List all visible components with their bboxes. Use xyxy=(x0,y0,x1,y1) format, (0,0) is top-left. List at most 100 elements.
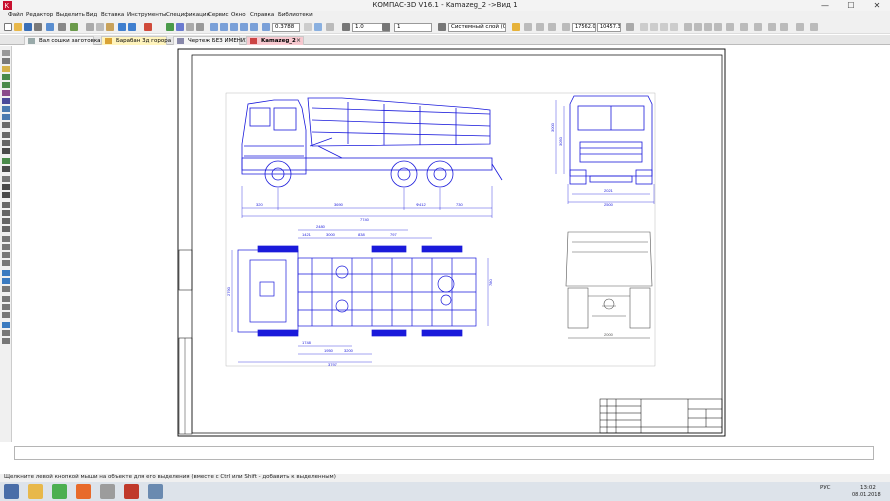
tab-chertezh[interactable]: Чертеж БЕЗ ИМЕНИ1 xyxy=(173,36,249,45)
snap-icon[interactable] xyxy=(512,23,520,31)
paste-icon[interactable] xyxy=(106,23,114,31)
redo-icon[interactable] xyxy=(128,23,136,31)
export-icon[interactable] xyxy=(70,23,78,31)
copy-icon[interactable] xyxy=(96,23,104,31)
close-tab-icon[interactable]: × xyxy=(296,37,301,45)
snap-normal-icon[interactable] xyxy=(704,23,712,31)
snap-nearest-icon[interactable] xyxy=(726,23,734,31)
tab-val-soshki[interactable]: Вал сошки заготовка xyxy=(24,36,101,45)
format-icon[interactable] xyxy=(2,338,10,344)
snap-along-icon[interactable] xyxy=(768,23,776,31)
table-icon[interactable] xyxy=(2,166,10,172)
menu-file[interactable]: Файл xyxy=(8,12,23,18)
variables-icon[interactable] xyxy=(176,23,184,31)
cursor-icon[interactable] xyxy=(314,23,322,31)
undo-icon[interactable] xyxy=(118,23,126,31)
dim-radius-icon[interactable] xyxy=(2,148,10,154)
snap-mid-icon[interactable] xyxy=(660,23,668,31)
line-scale-icon[interactable] xyxy=(342,23,350,31)
snap-center-icon[interactable] xyxy=(670,23,678,31)
scale-icon[interactable] xyxy=(2,260,10,266)
pan-hand-icon[interactable] xyxy=(326,23,334,31)
roughness-icon[interactable] xyxy=(2,176,10,182)
fragment-icon[interactable] xyxy=(2,322,10,328)
ruler-icon[interactable] xyxy=(626,23,634,31)
tab-baraban[interactable]: Барабан 3д горора xyxy=(101,36,171,45)
menu-libraries[interactable]: Библиотеки xyxy=(278,12,313,18)
stop-icon[interactable] xyxy=(144,23,152,31)
local-cs-icon[interactable] xyxy=(536,23,544,31)
point-icon[interactable] xyxy=(2,58,10,64)
firefox-icon[interactable] xyxy=(76,484,91,499)
snap-endpoint-icon[interactable] xyxy=(650,23,658,31)
zoom-out-icon[interactable] xyxy=(230,23,238,31)
coord-x-field[interactable]: 17562.0 xyxy=(572,23,596,32)
circle-icon[interactable] xyxy=(2,74,10,80)
view-arrow-icon[interactable] xyxy=(2,218,10,224)
layer-select[interactable]: Системный слой (0) xyxy=(448,23,506,32)
edit-icon[interactable] xyxy=(2,226,10,232)
new-file-icon[interactable] xyxy=(4,23,12,31)
hatch-icon[interactable] xyxy=(2,114,10,120)
reports-icon[interactable] xyxy=(2,304,10,310)
close-button[interactable]: ✕ xyxy=(864,0,890,11)
snap-grid-icon[interactable] xyxy=(754,23,762,31)
snap-point-icon[interactable] xyxy=(740,23,748,31)
drawing-canvas[interactable]: 320 3690 Ф412 730 7740 3000 3050 2021 25… xyxy=(12,46,890,442)
app-icon[interactable] xyxy=(100,484,115,499)
dim-linear-icon[interactable] xyxy=(2,132,10,138)
snap-off-icon[interactable] xyxy=(796,23,804,31)
rect-icon[interactable] xyxy=(2,90,10,96)
app-icon[interactable] xyxy=(148,484,163,499)
tab-kamazeg[interactable]: Kamazeg_2 × xyxy=(246,36,304,45)
pan-icon[interactable] xyxy=(250,23,258,31)
measure-icon[interactable] xyxy=(2,278,10,284)
menu-window[interactable]: Окно xyxy=(231,12,246,18)
chamfer-icon[interactable] xyxy=(2,122,10,128)
arc-icon[interactable] xyxy=(2,82,10,88)
snap-intersect-icon[interactable] xyxy=(684,23,692,31)
rotate-icon[interactable] xyxy=(2,244,10,250)
menu-tools[interactable]: Инструменты xyxy=(127,12,166,18)
zoom-input[interactable]: 0.3788 xyxy=(272,23,300,32)
preview-icon[interactable] xyxy=(46,23,54,31)
zoom-window-icon[interactable] xyxy=(210,23,218,31)
style-select[interactable]: 1 xyxy=(394,23,432,32)
dropdown-icon[interactable] xyxy=(58,23,66,31)
menu-spec[interactable]: Спецификация xyxy=(166,12,210,18)
geometry-icon[interactable] xyxy=(2,50,10,56)
start-icon[interactable] xyxy=(4,484,19,499)
section-icon[interactable] xyxy=(2,210,10,216)
chrome-icon[interactable] xyxy=(52,484,67,499)
spec-icon[interactable] xyxy=(2,296,10,302)
layer-icon[interactable] xyxy=(438,23,446,31)
coord-y-field[interactable]: 10457.3 xyxy=(597,23,621,32)
insert-icon[interactable] xyxy=(2,312,10,318)
leader-icon[interactable] xyxy=(2,184,10,190)
menu-select[interactable]: Выделить xyxy=(56,12,85,18)
kompas-icon[interactable] xyxy=(124,484,139,499)
style-icon[interactable] xyxy=(382,23,390,31)
menu-help[interactable]: Справка xyxy=(250,12,274,18)
zoom-all-icon[interactable] xyxy=(240,23,248,31)
ortho-icon[interactable] xyxy=(548,23,556,31)
text-icon[interactable] xyxy=(2,158,10,164)
print-icon[interactable] xyxy=(34,23,42,31)
snap-angle-icon[interactable] xyxy=(780,23,788,31)
line-icon[interactable] xyxy=(2,66,10,72)
tolerance-icon[interactable] xyxy=(2,192,10,198)
cut-icon[interactable] xyxy=(86,23,94,31)
spline-icon[interactable] xyxy=(2,106,10,112)
select-icon[interactable] xyxy=(2,286,10,292)
param-icon[interactable] xyxy=(2,270,10,276)
menu-view[interactable]: Вид xyxy=(86,12,97,18)
library-icon[interactable] xyxy=(166,23,174,31)
lang-indicator[interactable]: РУС xyxy=(820,485,831,491)
menu-insert[interactable]: Вставка xyxy=(101,12,124,18)
dim-diam-icon[interactable] xyxy=(2,140,10,146)
menu-edit[interactable]: Редактор xyxy=(26,12,53,18)
undo-view-icon[interactable] xyxy=(640,23,648,31)
menu-service[interactable]: Сервис xyxy=(208,12,229,18)
raster-icon[interactable] xyxy=(2,330,10,336)
open-file-icon[interactable] xyxy=(14,23,22,31)
